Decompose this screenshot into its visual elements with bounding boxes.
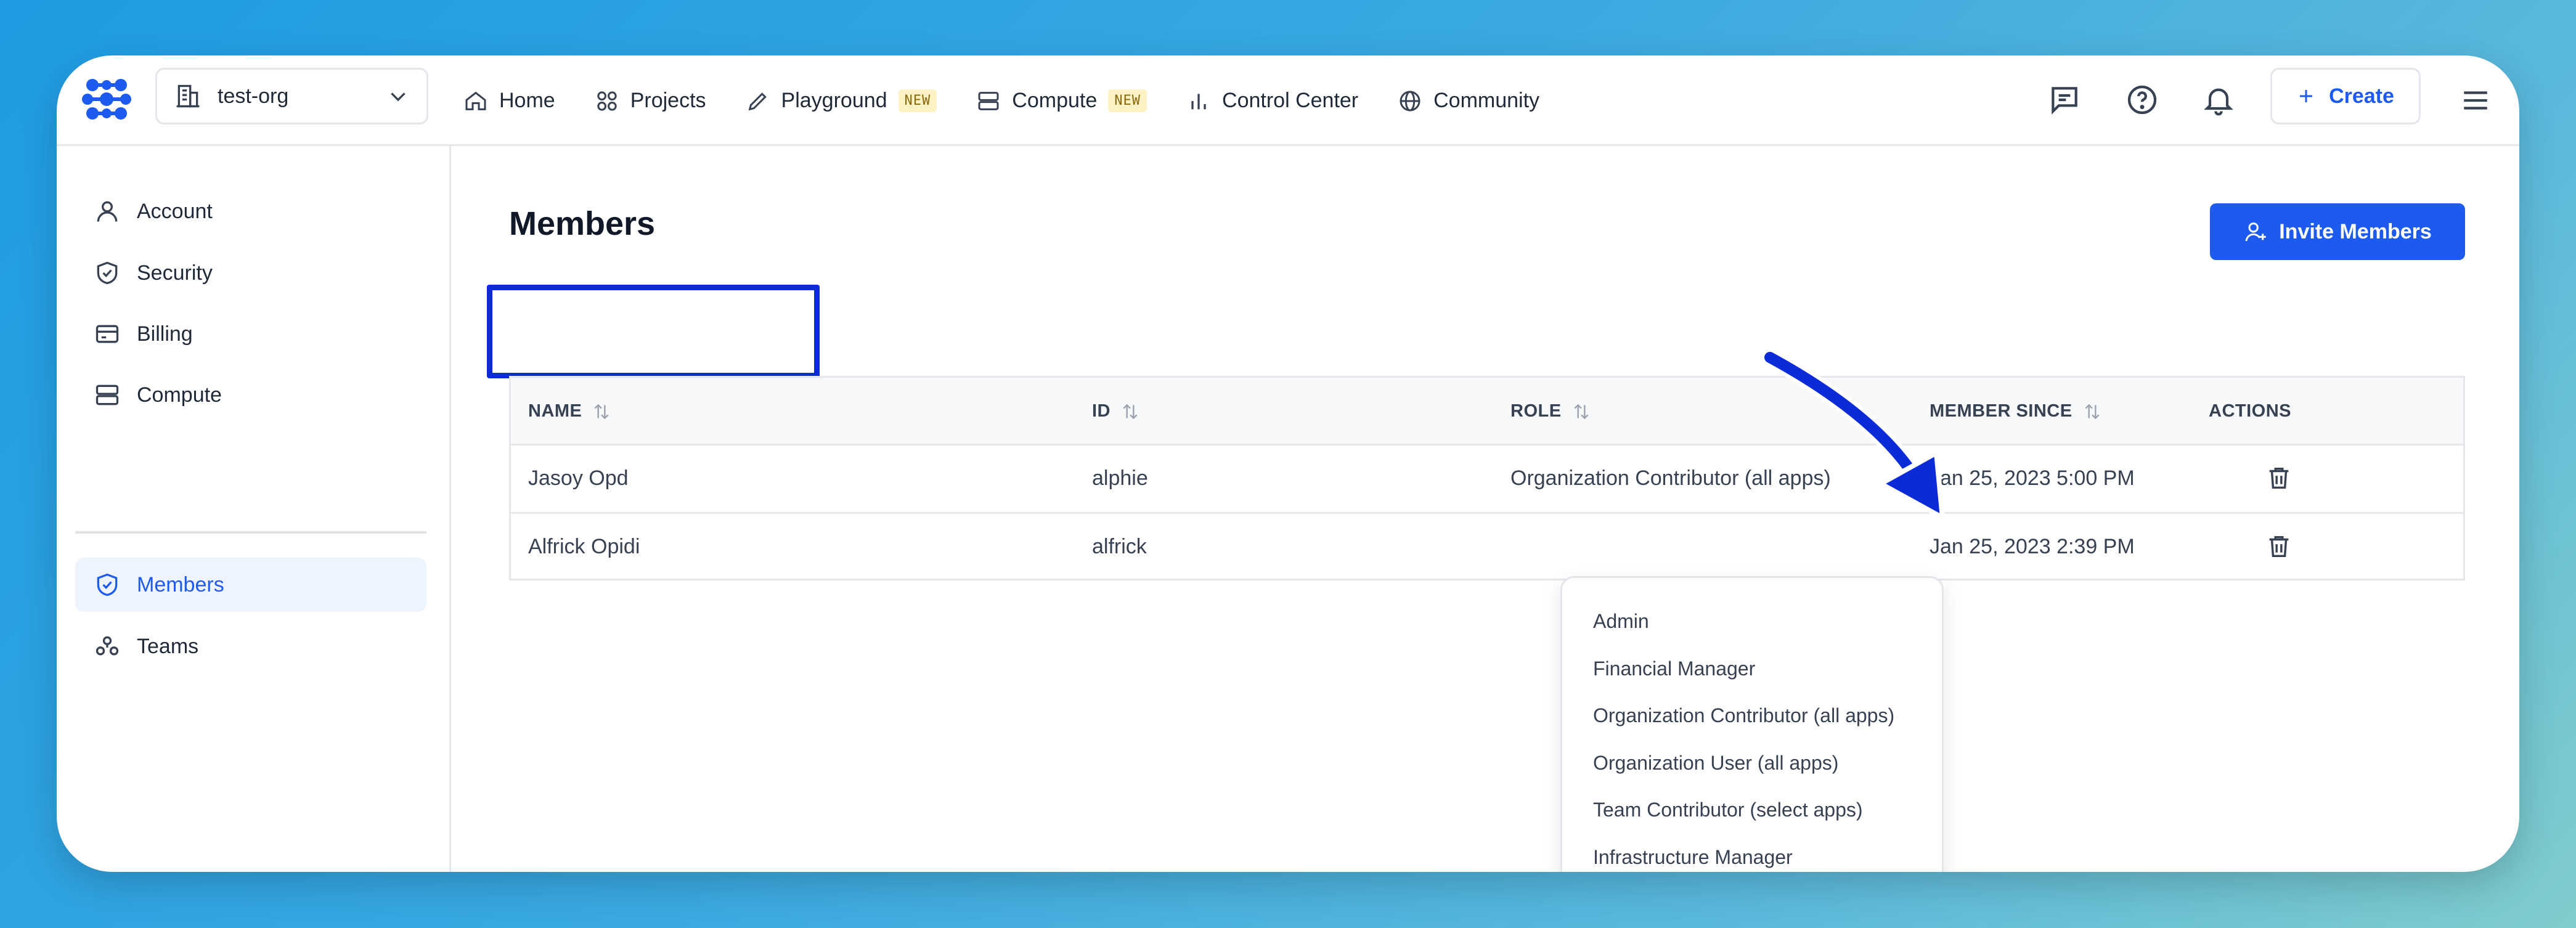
role-option-infrastructure-manager[interactable]: Infrastructure Manager	[1593, 846, 1793, 869]
sidebar-item-compute[interactable]: Compute	[75, 368, 426, 422]
shield-check-icon	[97, 573, 118, 596]
table-row: Jasoy Opd alphie Organization Contributo…	[511, 446, 2463, 514]
building-icon	[176, 84, 200, 108]
column-label: ROLE	[1510, 401, 1562, 421]
sidebar-item-account[interactable]: Account	[75, 184, 426, 238]
sidebar-item-label: Account	[137, 199, 213, 223]
nav-compute[interactable]: Compute NEW	[976, 89, 1147, 113]
teams-icon	[96, 636, 119, 656]
credit-card-icon	[96, 325, 119, 343]
nav-home-label: Home	[499, 89, 555, 112]
sidebar-item-members[interactable]: Members	[75, 558, 426, 612]
member-name: Alfrick Opidi	[528, 535, 640, 558]
plus-icon	[2300, 90, 2313, 102]
nav-compute-label: Compute	[1012, 89, 1098, 112]
role-option-team-contributor[interactable]: Team Contributor (select apps)	[1593, 799, 1863, 821]
role-option-financial-manager[interactable]: Financial Manager	[1593, 657, 1755, 680]
column-header-id[interactable]: ID	[1092, 401, 1140, 421]
sort-icon	[1574, 404, 1589, 419]
projects-icon	[597, 91, 617, 111]
sidebar-item-label: Teams	[137, 634, 199, 658]
new-badge: NEW	[1108, 89, 1147, 112]
user-icon	[97, 201, 118, 222]
sort-icon	[2085, 404, 2100, 419]
server-icon	[978, 91, 999, 110]
sidebar-item-label: Billing	[137, 322, 193, 346]
bell-icon[interactable]	[2201, 83, 2236, 117]
nav-community-label: Community	[1433, 89, 1540, 112]
nav-playground[interactable]: Playground NEW	[746, 89, 937, 113]
logo-icon[interactable]	[79, 71, 134, 127]
main-nav: Home Projects Playground NEW Compute NEW…	[463, 55, 1539, 146]
sidebar-item-teams[interactable]: Teams	[75, 619, 426, 674]
feedback-icon[interactable]	[2047, 83, 2082, 117]
nav-control-center-label: Control Center	[1222, 89, 1359, 112]
create-label: Create	[2329, 84, 2394, 108]
org-name: test-org	[218, 84, 289, 108]
invite-members-label: Invite Members	[2279, 219, 2432, 243]
top-navbar: test-org Home Projects Playground NEW Co…	[57, 55, 2519, 146]
sidebar-item-label: Members	[137, 572, 224, 596]
create-button[interactable]: Create	[2270, 68, 2421, 124]
sidebar-item-billing[interactable]: Billing	[75, 307, 426, 361]
column-header-name[interactable]: NAME	[528, 401, 611, 421]
sidebar-item-label: Compute	[137, 383, 222, 407]
nav-projects[interactable]: Projects	[595, 89, 706, 113]
sidebar-item-label: Security	[137, 261, 213, 285]
menu-icon[interactable]	[2460, 85, 2491, 116]
table-header: NAME ID ROLE MEMBER SINCE ACTIONS	[511, 378, 2463, 446]
column-label: ACTIONS	[2209, 401, 2291, 421]
home-icon	[465, 91, 486, 110]
sidebar-item-security[interactable]: Security	[75, 246, 426, 300]
column-header-role[interactable]: ROLE	[1510, 401, 1591, 421]
role-option-admin[interactable]: Admin	[1593, 610, 1649, 633]
globe-icon	[1400, 91, 1420, 111]
help-icon[interactable]	[2125, 83, 2159, 117]
server-icon	[96, 385, 119, 405]
role-option-org-contributor[interactable]: Organization Contributor (all apps)	[1593, 704, 1894, 727]
annotation-arrow	[1761, 348, 1945, 520]
column-label: ID	[1092, 401, 1111, 421]
trash-icon[interactable]	[2265, 464, 2293, 492]
column-header-actions: ACTIONS	[2209, 401, 2291, 421]
chevron-down-icon	[391, 92, 406, 102]
new-badge: NEW	[898, 89, 937, 112]
member-id: alphie	[1092, 466, 1148, 490]
table-row: Alfrick Opidi alfrick Jan 25, 2023 2:39 …	[511, 514, 2463, 582]
column-label: NAME	[528, 401, 582, 421]
invite-members-button[interactable]: Invite Members	[2210, 203, 2465, 260]
sort-icon	[594, 404, 609, 419]
shield-check-icon	[97, 261, 118, 285]
members-table: NAME ID ROLE MEMBER SINCE ACTIONS Jasoy …	[509, 376, 2465, 580]
pencil-icon	[748, 92, 767, 110]
nav-community[interactable]: Community	[1398, 89, 1539, 113]
nav-playground-label: Playground	[781, 89, 887, 112]
settings-sidebar: Account Security Billing Compute Members…	[57, 146, 451, 872]
role-dropdown-menu: Admin Financial Manager Organization Con…	[1560, 576, 1944, 872]
member-since: Jan 25, 2023 2:39 PM	[1930, 535, 2135, 558]
nav-home[interactable]: Home	[463, 89, 555, 113]
sort-icon	[1123, 404, 1138, 419]
page-title: Members	[509, 205, 656, 242]
member-name: Jasoy Opd	[528, 466, 629, 490]
app-window: test-org Home Projects Playground NEW Co…	[57, 55, 2519, 872]
role-option-org-user[interactable]: Organization User (all apps)	[1593, 752, 1838, 775]
trash-icon[interactable]	[2265, 532, 2293, 561]
nav-control-center[interactable]: Control Center	[1186, 89, 1358, 113]
sidebar-divider	[75, 531, 426, 534]
nav-projects-label: Projects	[630, 89, 706, 112]
user-plus-icon	[2245, 222, 2266, 242]
member-id: alfrick	[1092, 535, 1147, 558]
org-selector[interactable]: test-org	[155, 68, 428, 124]
bar-chart-icon	[1191, 93, 1206, 109]
